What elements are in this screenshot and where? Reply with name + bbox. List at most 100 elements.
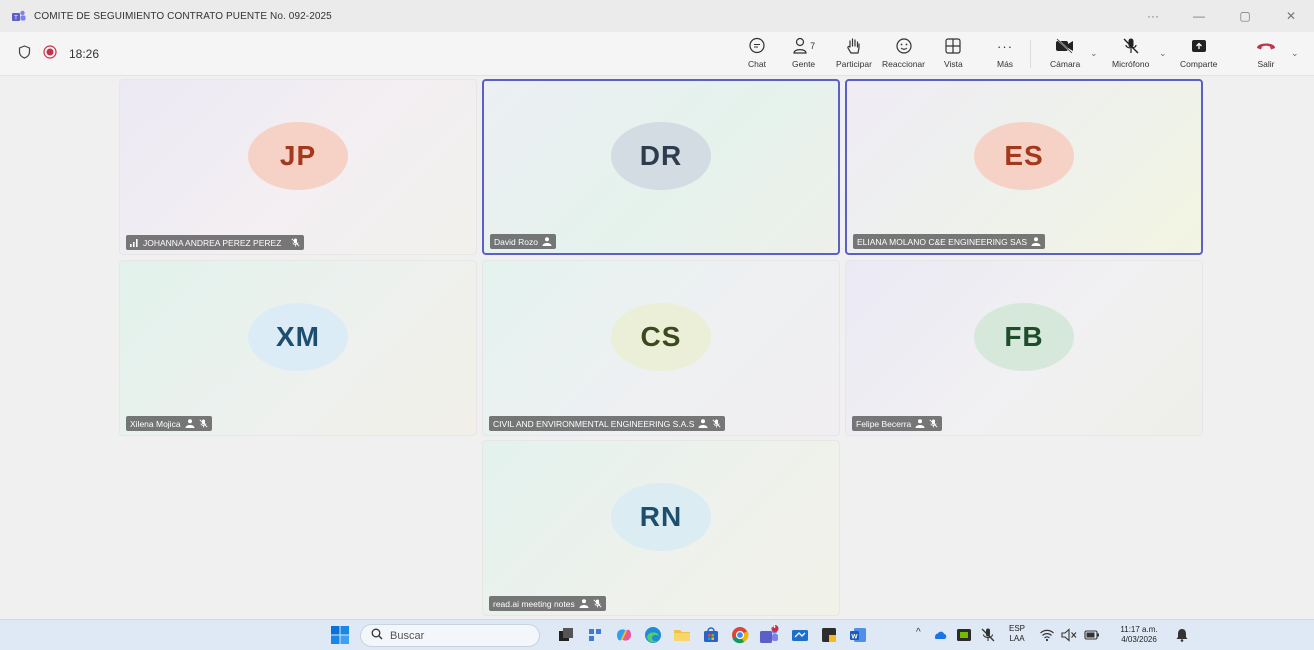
battery-icon[interactable] [1084,628,1100,642]
maximize-button[interactable]: ▢ [1222,9,1268,23]
participant-name: JOHANNA ANDREA PEREZ PEREZ [143,237,282,248]
view-button[interactable]: Vista [944,36,963,69]
clock-date: 4/03/2026 [1121,635,1157,644]
participant-tile[interactable]: XM Xilena Mojica [119,260,477,436]
participant-tile-active-speaker[interactable]: ES ELIANA MOLANO C&E ENGINEERING SAS [845,79,1203,255]
notifications-bell-icon[interactable] [1174,627,1190,643]
people-icon [793,37,807,54]
smiley-icon [895,36,913,56]
chat-label: Chat [748,59,766,69]
signal-bars-icon [130,238,139,247]
participant-name-tag: read.ai meeting notes [489,596,606,611]
participant-tile[interactable]: CS CIVIL AND ENVIRONMENTAL ENGINEERING S… [482,260,840,436]
share-screen-icon [1190,36,1208,56]
tray-overflow-chevron-icon[interactable]: ^ [916,627,921,638]
chrome-icon[interactable] [730,625,750,645]
minimize-button[interactable]: — [1176,9,1222,23]
taskbar-search-box[interactable]: Buscar [360,624,540,647]
participant-tile-active-speaker[interactable]: DR David Rozo [482,79,840,255]
copilot-icon[interactable] [614,625,634,645]
store-icon[interactable] [701,625,721,645]
meeting-status: 18:26 [18,32,99,76]
wifi-icon[interactable] [1039,627,1055,643]
mic-muted-tray-icon[interactable] [980,627,996,643]
sticky-notes-icon[interactable] [819,625,839,645]
nvidia-tray-icon[interactable] [956,627,972,643]
mic-options-chevron-icon[interactable]: ⌄ [1159,48,1167,59]
share-label: Comparte [1180,59,1218,69]
participant-name: CIVIL AND ENVIRONMENTAL ENGINEERING S.A.… [493,418,695,429]
keyboard-layout: LAA [1009,634,1025,643]
search-icon [371,627,383,645]
grid-view-icon [944,36,962,56]
teams-app-icon: T [12,9,26,23]
toolbar-separator [1030,40,1031,68]
avatar: RN [611,483,711,551]
organizer-icon [698,419,708,428]
participant-name: ELIANA MOLANO C&E ENGINEERING SAS [857,236,1028,247]
hang-up-icon [1256,36,1276,56]
more-icon: ··· [997,38,1014,54]
participant-tile[interactable]: FB Felipe Becerra [845,260,1203,436]
recording-icon [43,44,57,64]
windows-start-icon[interactable] [330,625,350,645]
window-more-button[interactable]: ··· [1130,9,1176,23]
window-controls: ··· — ▢ ✕ [1130,0,1314,32]
volume-muted-icon[interactable] [1060,627,1078,643]
camera-label: Cámara [1050,59,1081,69]
organizer-icon [185,419,195,428]
meeting-toolbar: 18:26 Chat 7 Gente Participar Reaccionar… [0,32,1314,76]
chat-button[interactable]: Chat [748,36,766,69]
participant-name-tag: Xilena Mojica [126,416,212,431]
task-view-icon[interactable] [556,625,576,645]
participant-name-tag: David Rozo [490,234,556,249]
participant-name-tag: Felipe Becerra [852,416,943,431]
mic-off-icon [712,419,721,428]
raise-hand-button[interactable]: Participar [836,36,872,69]
word-icon[interactable]: W [848,625,868,645]
organizer-icon [915,419,925,428]
widgets-icon[interactable] [585,625,605,645]
language-indicator[interactable]: ESP LAA [1004,624,1030,644]
participant-name: Xilena Mojica [130,418,181,429]
cloud-sync-icon[interactable] [932,627,948,643]
people-button[interactable]: 7 Gente [792,36,815,69]
mic-button[interactable]: Micrófono [1112,36,1149,69]
edge-browser-icon[interactable] [643,625,663,645]
camera-off-icon [1055,36,1075,56]
avatar: FB [974,303,1074,371]
taskbar-clock[interactable]: 11:17 a.m. 4/03/2026 [1110,625,1168,645]
shield-icon[interactable] [18,44,31,64]
mic-off-icon [1122,36,1140,56]
svg-text:W: W [851,633,858,640]
language-code: ESP [1008,624,1025,633]
participant-name: read.ai meeting notes [493,598,575,609]
people-count: 7 [810,41,816,51]
teams-taskbar-icon[interactable]: 4 [759,623,779,645]
leave-label: Salir [1257,59,1275,69]
teams-notification-badge: 4 [772,623,776,630]
file-explorer-icon[interactable] [672,625,692,645]
people-icon-wrap: 7 [792,36,815,56]
participant-name-tag: CIVIL AND ENVIRONMENTAL ENGINEERING S.A.… [489,416,726,431]
search-placeholder: Buscar [390,629,425,642]
participant-name: David Rozo [494,236,538,247]
close-button[interactable]: ✕ [1268,9,1314,23]
title-bar: T COMITE DE SEGUIMIENTO CONTRATO PUENTE … [0,0,1314,32]
view-label: Vista [944,59,963,69]
more-button[interactable]: ··· Más [997,36,1014,70]
camera-options-chevron-icon[interactable]: ⌄ [1090,48,1098,59]
react-button[interactable]: Reaccionar [882,36,925,69]
participant-tile[interactable]: RN read.ai meeting notes [482,440,840,616]
participant-name-tag: ELIANA MOLANO C&E ENGINEERING SAS [853,234,1046,249]
raise-hand-label: Participar [836,59,872,69]
camera-button[interactable]: Cámara [1050,36,1080,69]
teams-meeting-window: T COMITE DE SEGUIMIENTO CONTRATO PUENTE … [0,0,1314,650]
share-button[interactable]: Comparte [1180,36,1217,69]
leave-button[interactable]: Salir [1256,36,1276,69]
participant-tile[interactable]: JP JOHANNA ANDREA PEREZ PEREZ [119,79,477,255]
remote-desktop-icon[interactable] [790,625,810,645]
avatar: DR [611,122,711,190]
leave-options-chevron-icon[interactable]: ⌄ [1291,48,1299,59]
meeting-elapsed-time: 18:26 [69,47,100,61]
